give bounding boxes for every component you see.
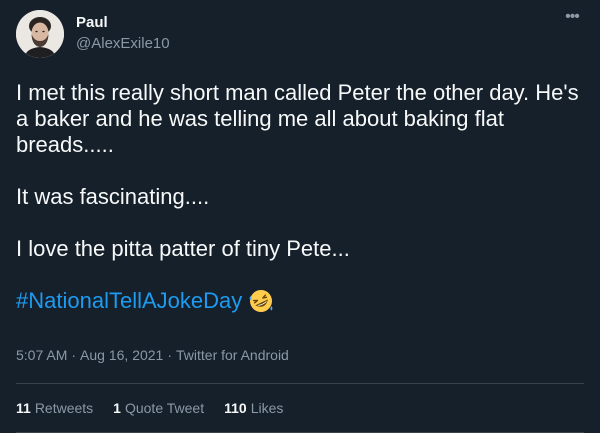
avatar-photo xyxy=(16,10,64,58)
quote-tweets-stat[interactable]: 1 Quote Tweet xyxy=(113,399,204,417)
tweet-card: Paul @AlexExile10 ••• I met this really … xyxy=(0,0,600,433)
likes-count: 110 xyxy=(224,400,247,416)
quote-tweets-count: 1 xyxy=(113,400,121,416)
hashtag-line: #NationalTellAJokeDay xyxy=(16,288,586,314)
tweet-stats: 11 Retweets 1 Quote Tweet 110 Likes xyxy=(16,399,283,417)
quote-tweets-label: Quote Tweet xyxy=(124,400,205,416)
user-handle[interactable]: @AlexExile10 xyxy=(76,34,170,54)
more-options-icon[interactable]: ••• xyxy=(562,9,582,30)
tweet-source[interactable]: Twitter for Android xyxy=(176,347,289,363)
hashtag-link[interactable]: #NationalTellAJokeDay xyxy=(16,288,242,314)
tweet-paragraph: It was fascinating.... xyxy=(16,184,210,209)
tweet-text: I met this really short man called Peter… xyxy=(16,80,586,314)
likes-label: Likes xyxy=(250,400,284,416)
tweet-paragraph: I love the pitta patter of tiny Pete... xyxy=(16,236,350,261)
divider xyxy=(16,383,584,384)
tweet-paragraph: I met this really short man called Peter… xyxy=(16,80,579,157)
rolling-on-floor-laughing-emoji-icon xyxy=(248,288,274,314)
retweets-label: Retweets xyxy=(34,400,94,416)
author-info: Paul @AlexExile10 xyxy=(76,14,170,54)
meta-separator: · xyxy=(71,347,77,363)
avatar[interactable] xyxy=(16,10,64,58)
tweet-time[interactable]: 5:07 AM xyxy=(16,347,67,363)
tweet-meta: 5:07 AM · Aug 16, 2021 · Twitter for Android xyxy=(16,346,289,364)
tweet-date[interactable]: Aug 16, 2021 xyxy=(80,347,163,363)
meta-separator: · xyxy=(167,347,173,363)
retweets-stat[interactable]: 11 Retweets xyxy=(16,399,93,417)
likes-stat[interactable]: 110 Likes xyxy=(224,399,283,417)
retweets-count: 11 xyxy=(16,400,31,416)
display-name[interactable]: Paul xyxy=(76,14,170,32)
